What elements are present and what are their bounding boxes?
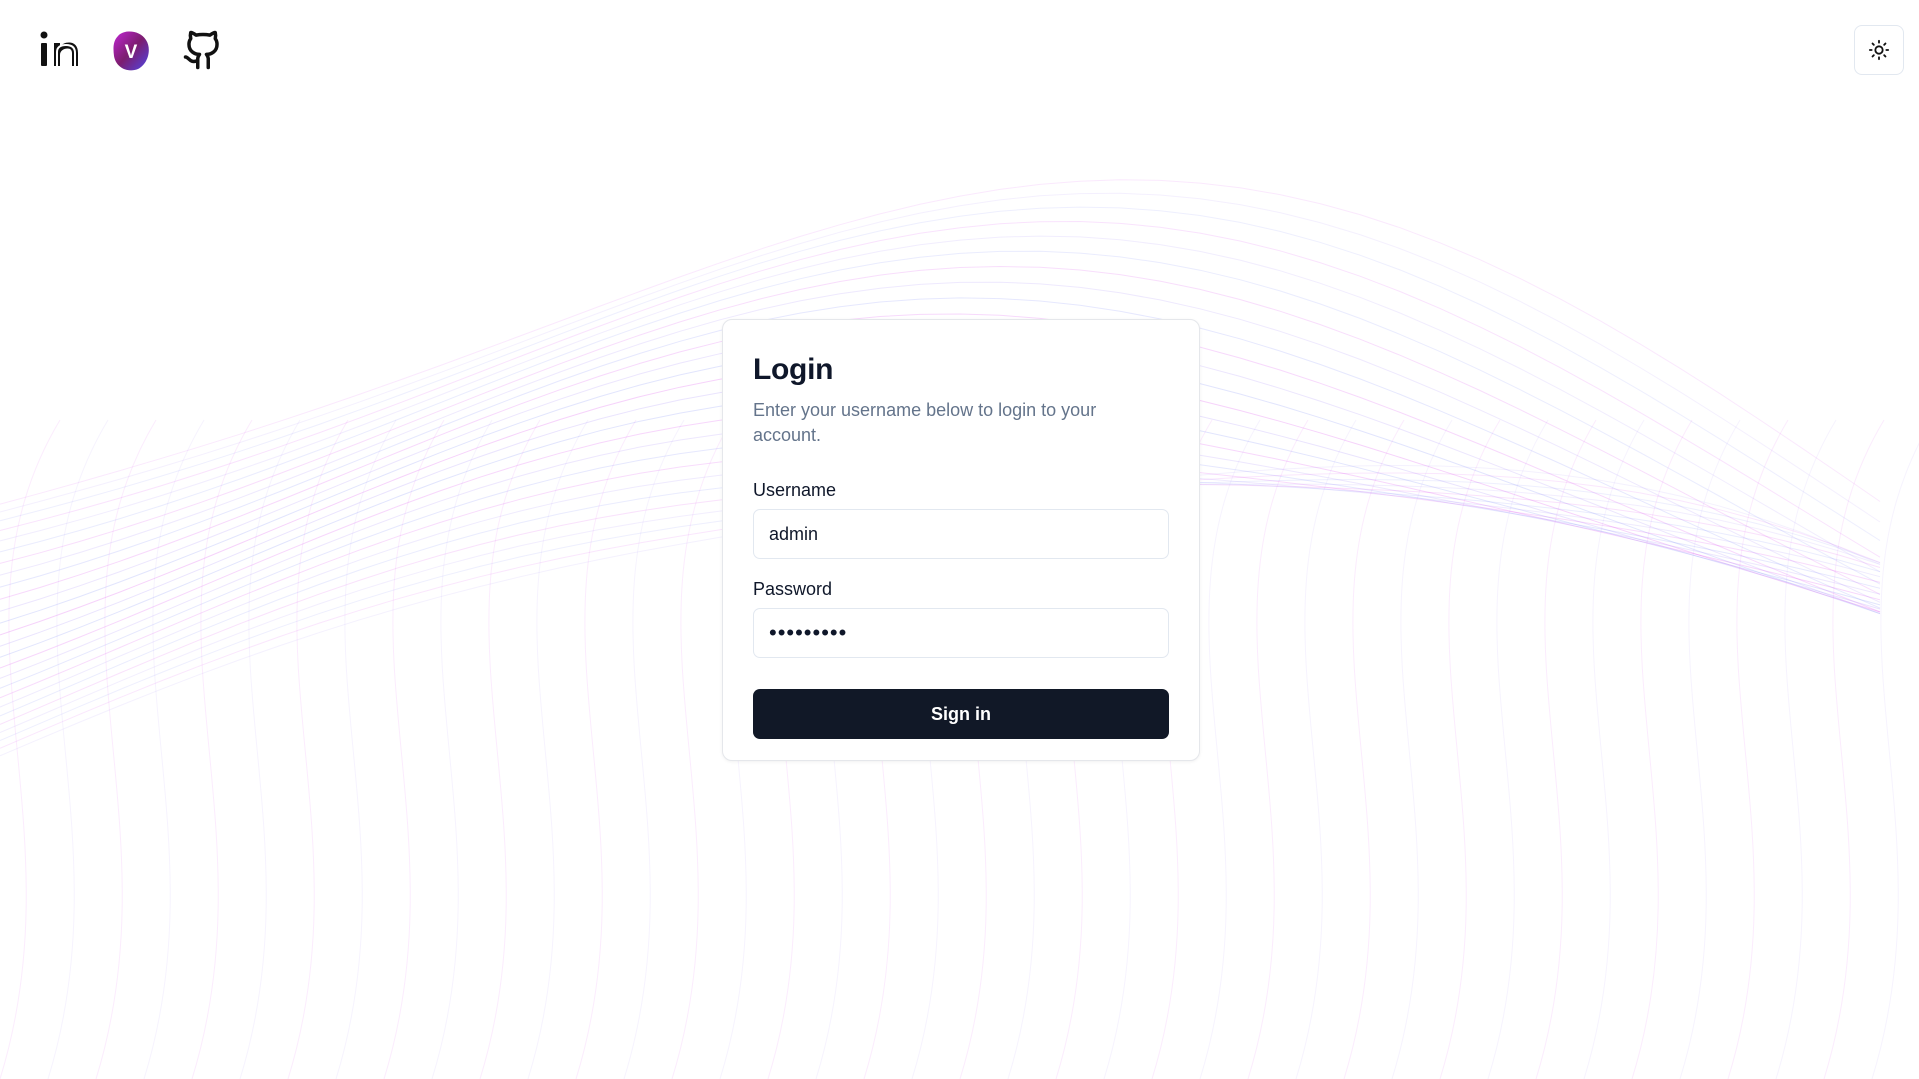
wave-cross-line: [575, 419, 637, 1079]
github-icon: [183, 30, 219, 70]
wave-cross-line: [1247, 419, 1309, 1079]
wave-cross-line: [1871, 442, 1919, 1079]
wave-cross-line: [287, 419, 349, 1079]
theme-toggle-button[interactable]: [1854, 25, 1904, 75]
wave-cross-line: [1343, 419, 1405, 1079]
wave-cross-line: [383, 419, 445, 1079]
login-description: Enter your username below to login to yo…: [753, 400, 1097, 445]
login-card: Login Enter your username below to login…: [722, 319, 1200, 761]
wave-cross-line: [1775, 419, 1837, 1079]
password-label: Password: [753, 579, 833, 599]
linkedin-link[interactable]: [38, 28, 80, 72]
wave-cross-line: [239, 419, 301, 1079]
wave-cross-line: [1631, 419, 1693, 1079]
v-logo-link[interactable]: V: [110, 28, 152, 72]
wave-cross-line: [623, 419, 685, 1079]
wave-cross-line: [191, 419, 253, 1079]
login-title: Login: [753, 353, 834, 386]
wave-cross-line: [1391, 419, 1453, 1079]
wave-cross-line: [47, 419, 109, 1079]
github-link[interactable]: [182, 28, 224, 72]
social-links: V: [38, 28, 224, 72]
username-label: Username: [753, 480, 837, 500]
sign-in-button[interactable]: Sign in: [753, 689, 1169, 739]
wave-cross-line: [95, 419, 157, 1079]
username-input[interactable]: [753, 509, 1169, 559]
v-logo-icon: V: [113, 31, 149, 71]
v-logo-letter: V: [125, 42, 138, 63]
wave-cross-line: [431, 419, 493, 1079]
wave-cross-line: [1295, 419, 1357, 1079]
wave-cross-line: [1439, 419, 1501, 1079]
password-input[interactable]: [753, 608, 1169, 658]
linkedin-icon: [40, 31, 78, 66]
wave-cross-line: [1199, 419, 1261, 1079]
sun-icon: [1868, 39, 1890, 61]
